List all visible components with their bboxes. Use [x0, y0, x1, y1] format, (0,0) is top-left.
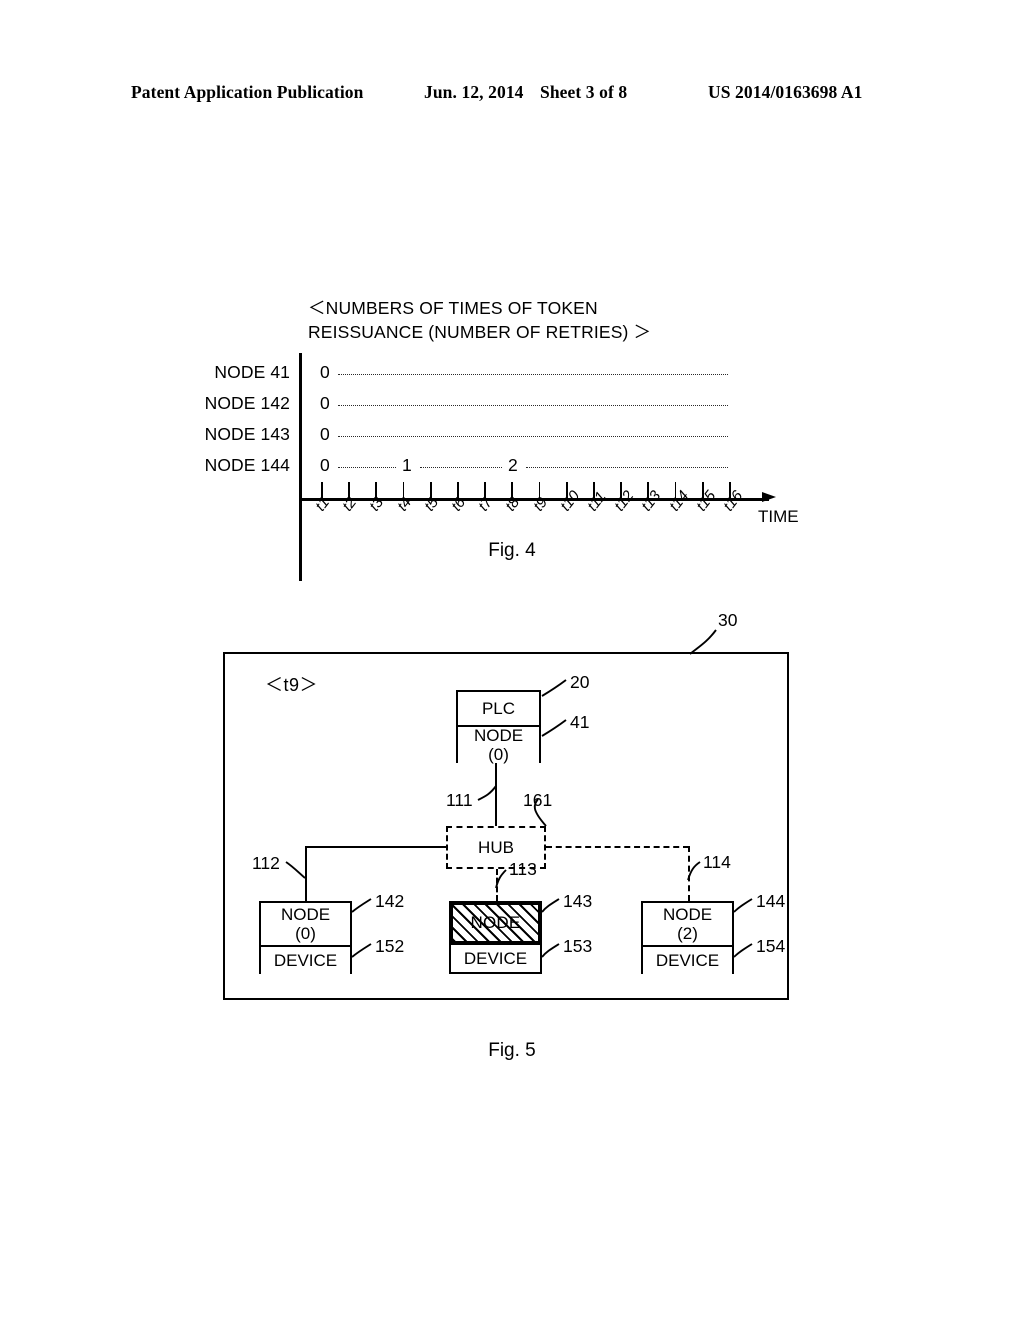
chart-title: ＜NUMBERS OF TIMES OF TOKEN REISSUANCE (N… — [308, 298, 652, 342]
link-111-wire — [495, 763, 498, 826]
patent-number: US 2014/0163698 A1 — [708, 82, 863, 102]
figure-4: ＜NUMBERS OF TIMES OF TOKEN REISSUANCE (N… — [0, 290, 1024, 590]
device-152-label: DEVICE — [273, 951, 338, 970]
node-group-142[interactable]: NODE (0) DEVICE — [259, 901, 352, 974]
chart-trace-node142 — [338, 405, 728, 406]
ref-label-153: 153 — [563, 936, 593, 956]
chart-value-node41-0: 0 — [320, 362, 330, 382]
x-tick-label-t15: t15 — [692, 487, 720, 515]
chart-trace-node143 — [338, 436, 728, 437]
node-142-label: NODE — [280, 905, 331, 924]
x-tick-label-t14: t14 — [665, 487, 692, 515]
x-tick-label-t11: t11 — [584, 488, 610, 515]
node-group-144[interactable]: NODE (2) DEVICE — [641, 901, 734, 974]
ref-label-152: 152 — [375, 936, 405, 956]
node-142-count: (0) — [295, 924, 316, 943]
device-153-cell: DEVICE — [449, 945, 542, 974]
node-142-cell: NODE (0) — [261, 903, 350, 945]
link-114-wire-v — [688, 846, 690, 901]
link-112-wire-h — [305, 846, 447, 849]
ref-label-154: 154 — [756, 936, 786, 956]
node-144-label: NODE — [662, 905, 713, 924]
sheet-number: Sheet 3 of 8 — [540, 82, 628, 102]
node-group-143[interactable]: NODE DEVICE — [449, 901, 542, 974]
chart-trace-node144-seg3 — [526, 467, 728, 468]
plc-node-count: (0) — [488, 745, 509, 764]
node-144-cell: NODE (2) — [643, 903, 732, 945]
device-154-label: DEVICE — [655, 951, 720, 970]
publication-title: Patent Application Publication — [131, 82, 364, 102]
link-113-wire — [496, 869, 498, 901]
node-143-cell-highlighted: NODE — [449, 901, 542, 945]
chart-trace-node41 — [338, 374, 728, 375]
ref-label-144: 144 — [756, 891, 786, 911]
link-112-wire-v — [305, 846, 308, 901]
ref-label-41: 41 — [570, 712, 590, 732]
chart-trace-node144-seg1 — [338, 467, 396, 468]
chart-row-label-node143: NODE 143 — [204, 424, 290, 444]
ref-label-143: 143 — [563, 891, 593, 911]
figure-5: 30 ＜t9＞ PLC NODE (0) 20 41 111 HUB 161 1… — [0, 600, 1024, 1100]
plc-title-cell: PLC — [458, 692, 539, 725]
x-tick-label-t13: t13 — [638, 487, 665, 515]
plc-node-label: NODE — [473, 726, 524, 745]
node-143-label: NODE — [470, 913, 521, 932]
link-114-wire-h — [546, 846, 689, 848]
ref-label-112: 112 — [252, 853, 280, 873]
node-144-count: (2) — [677, 924, 698, 943]
chart-value-node144-1: 1 — [402, 455, 412, 475]
ref-label-20: 20 — [570, 672, 590, 692]
publication-date: Jun. 12, 2014 — [424, 82, 524, 102]
chart-row-label-node142: NODE 142 — [204, 393, 290, 413]
ref-label-114: 114 — [703, 852, 731, 872]
chart-value-node143-0: 0 — [320, 424, 330, 444]
time-marker-label: ＜t9＞ — [265, 675, 319, 695]
hub-label: HUB — [478, 837, 514, 857]
ref-label-142: 142 — [375, 891, 405, 911]
figure-4-caption: Fig. 4 — [488, 540, 536, 561]
plc-box[interactable]: PLC NODE (0) — [456, 690, 541, 764]
x-tick-label-t16: t16 — [720, 487, 747, 515]
ref-label-111: 111 — [446, 790, 473, 810]
chart-value-node144-0: 0 — [320, 455, 330, 475]
device-154-cell: DEVICE — [643, 945, 732, 974]
chart-value-node144-2: 2 — [508, 455, 518, 475]
page-header: Patent Application Publication Jun. 12, … — [0, 82, 1024, 112]
x-axis-arrow-icon — [762, 492, 776, 502]
chart-value-node142-0: 0 — [320, 393, 330, 413]
x-tick-label-t12: t12 — [611, 487, 638, 515]
ref-label-30: 30 — [718, 610, 738, 630]
device-152-cell: DEVICE — [261, 945, 350, 974]
plc-title: PLC — [481, 699, 516, 718]
device-153-label: DEVICE — [463, 949, 528, 968]
chart-trace-node144-seg2 — [420, 467, 502, 468]
figure-5-caption: Fig. 5 — [488, 1040, 536, 1061]
chart-row-label-node144: NODE 144 — [204, 455, 290, 475]
ref-label-161: 161 — [523, 790, 553, 810]
plc-node-cell: NODE (0) — [458, 725, 539, 764]
x-axis-label: TIME — [758, 507, 799, 526]
ref-label-113: 113 — [509, 859, 537, 879]
x-tick-label-t10: t10 — [556, 487, 584, 515]
chart-row-label-node41: NODE 41 — [214, 362, 290, 382]
